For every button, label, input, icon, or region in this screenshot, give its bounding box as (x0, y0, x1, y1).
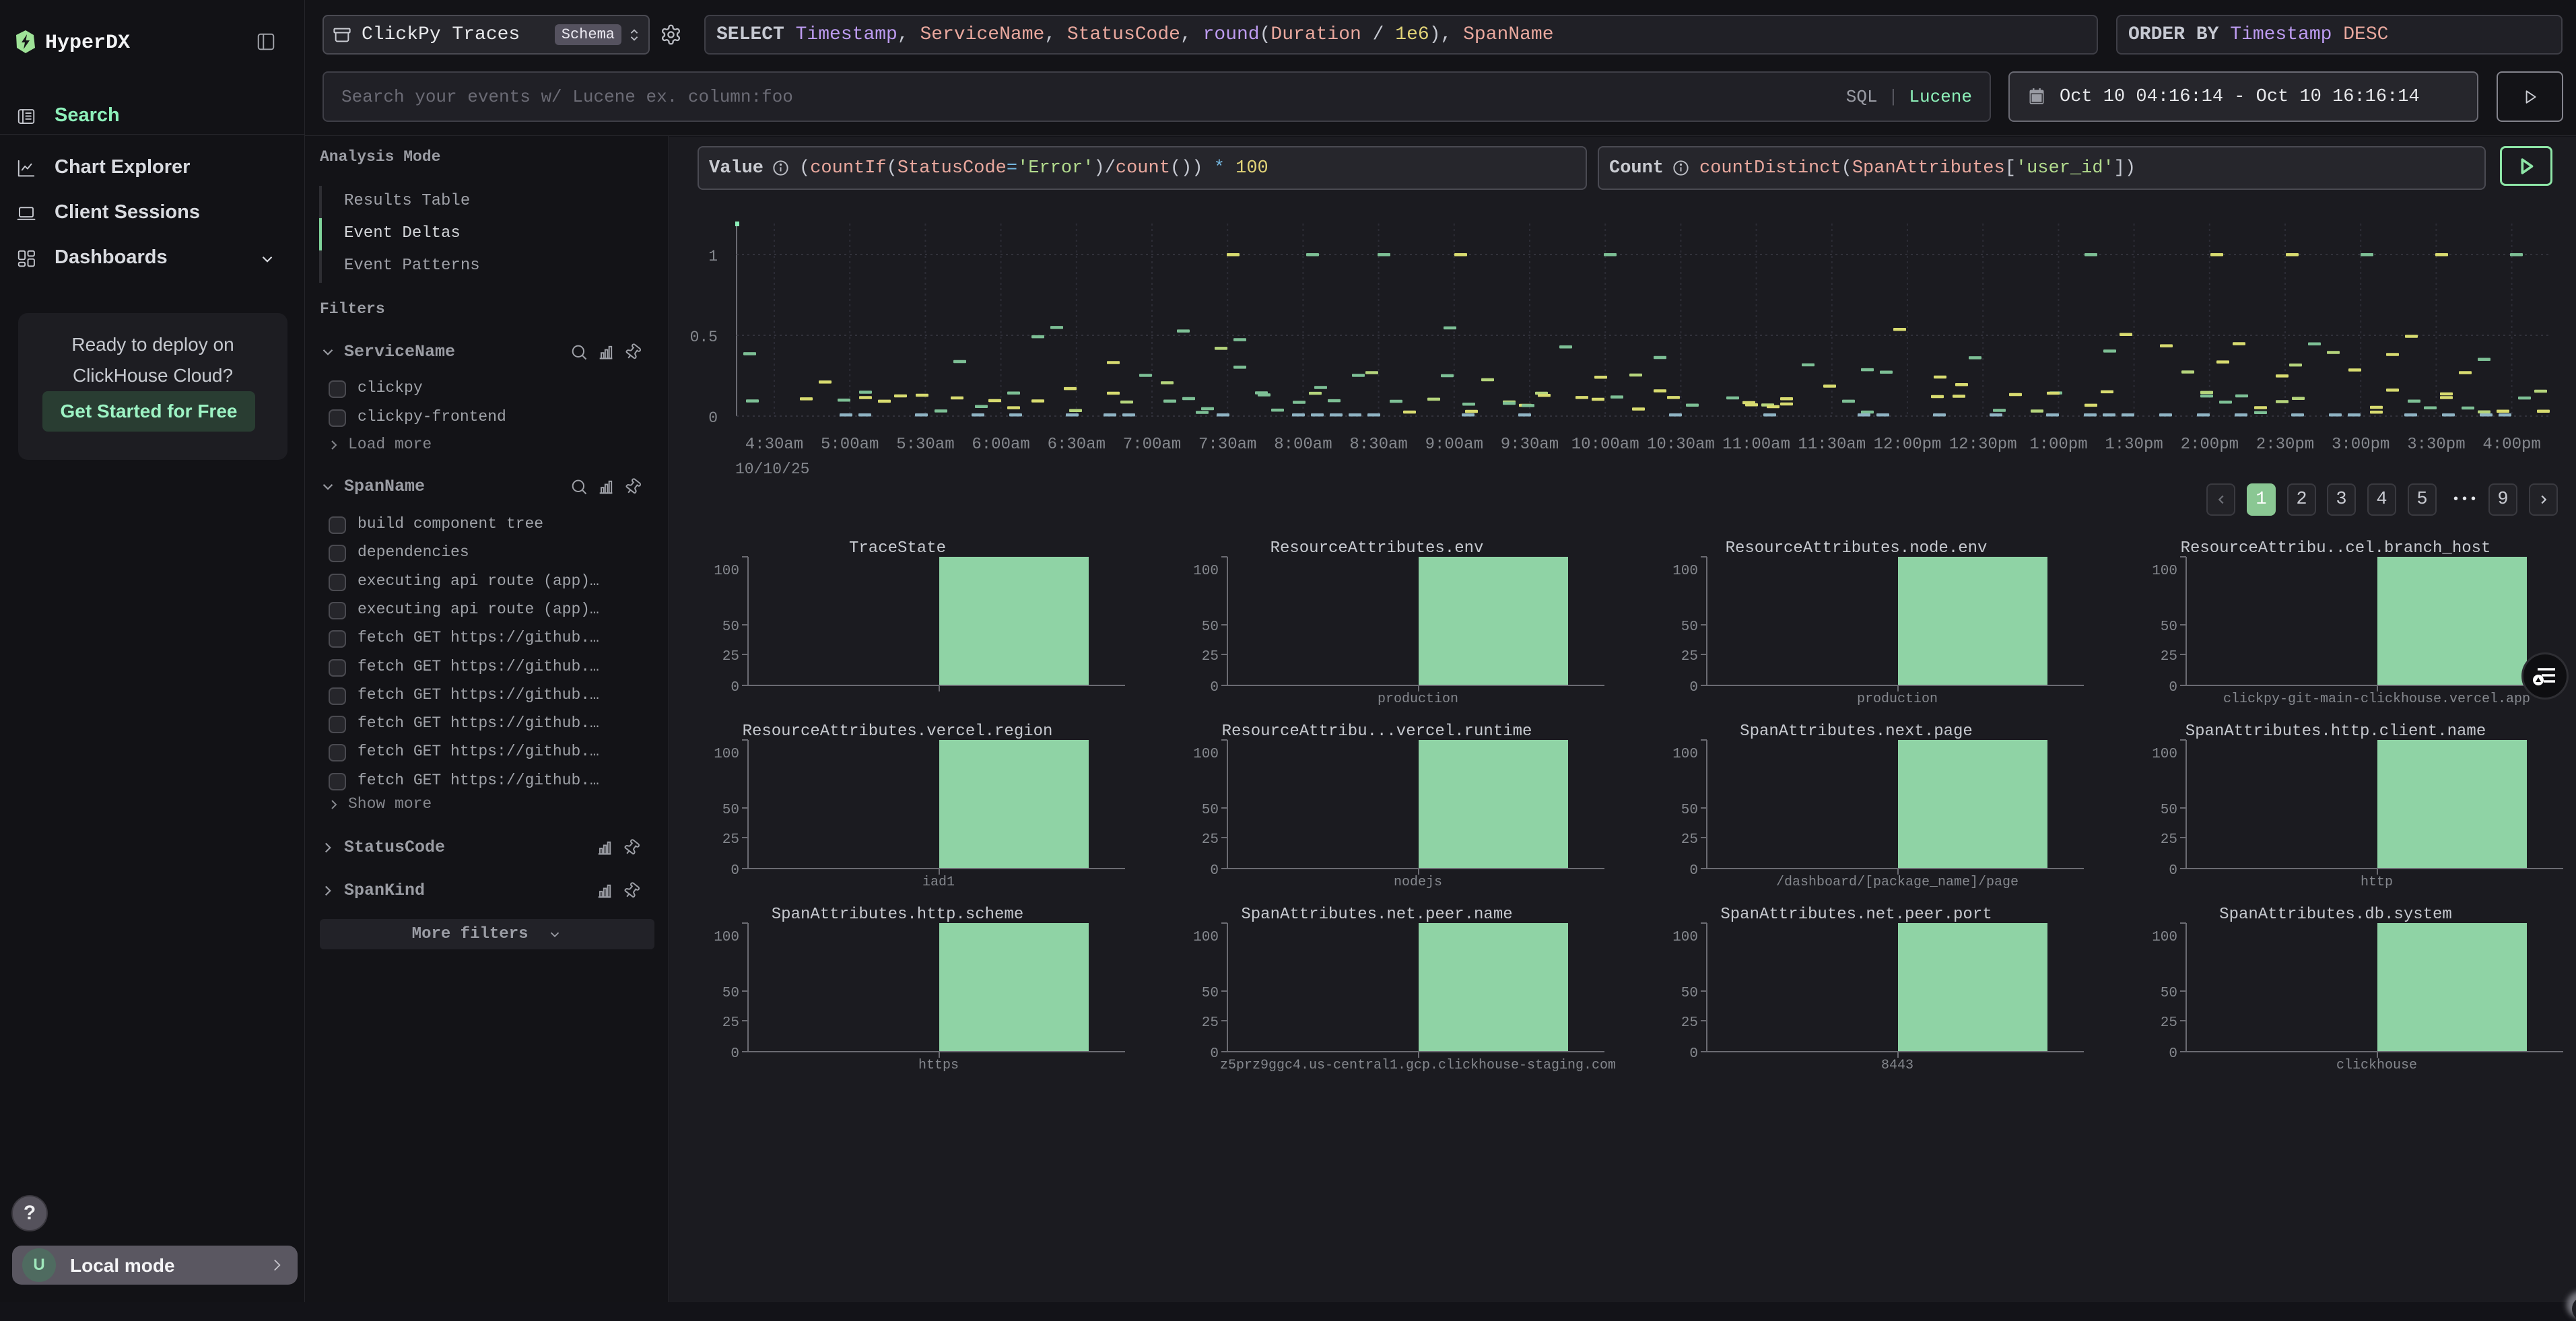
svg-text:10:00am: 10:00am (1571, 436, 1639, 454)
svg-text:11:00am: 11:00am (1722, 436, 1790, 454)
svg-text:25: 25 (1681, 1015, 1698, 1031)
svg-text:100: 100 (1193, 747, 1219, 762)
svg-text:100: 100 (714, 747, 739, 762)
svg-text:9:00am: 9:00am (1425, 436, 1483, 454)
svg-text:50: 50 (722, 803, 739, 818)
svg-text:TraceState: TraceState (849, 539, 946, 557)
svg-text:ResourceAttribu...vercel.runti: ResourceAttribu...vercel.runtime (1222, 722, 1532, 741)
svg-text:SpanAttributes.next.page: SpanAttributes.next.page (1740, 722, 1973, 741)
svg-text:100: 100 (714, 564, 739, 579)
svg-text:50: 50 (722, 619, 739, 635)
svg-text:25: 25 (722, 1015, 739, 1031)
svg-text:ResourceAttributes.vercel.regi: ResourceAttributes.vercel.region (743, 722, 1053, 741)
svg-text:0: 0 (2169, 680, 2177, 696)
svg-text:0: 0 (1210, 680, 1219, 696)
svg-text:0.5: 0.5 (690, 329, 718, 346)
svg-text:100: 100 (2152, 564, 2177, 579)
svg-text:50: 50 (1681, 619, 1698, 635)
svg-text:3:30pm: 3:30pm (2407, 436, 2465, 454)
svg-text:8:30am: 8:30am (1349, 436, 1407, 454)
svg-text:ResourceAttribu..cel.branch_ho: ResourceAttribu..cel.branch_host (2181, 539, 2491, 557)
svg-text:6:30am: 6:30am (1048, 436, 1106, 454)
svg-text:25: 25 (1681, 649, 1698, 665)
svg-text:5:00am: 5:00am (821, 436, 879, 454)
svg-text:50: 50 (2161, 619, 2177, 635)
svg-text:0: 0 (1689, 863, 1698, 879)
svg-text:0: 0 (1689, 680, 1698, 696)
svg-text:http: http (2361, 875, 2393, 890)
svg-text:50: 50 (1202, 803, 1219, 818)
svg-text:SpanAttributes.net.peer.port: SpanAttributes.net.peer.port (1720, 906, 1992, 924)
svg-text:2:00pm: 2:00pm (2181, 436, 2239, 454)
svg-text:3:00pm: 3:00pm (2332, 436, 2389, 454)
svg-text:12:00pm: 12:00pm (1874, 436, 1942, 454)
svg-text:50: 50 (2161, 986, 2177, 1001)
svg-text:6:00am: 6:00am (972, 436, 1029, 454)
svg-text:50: 50 (1202, 619, 1219, 635)
svg-text:100: 100 (1193, 564, 1219, 579)
svg-text:1:30pm: 1:30pm (2105, 436, 2163, 454)
svg-text:50: 50 (2161, 803, 2177, 818)
svg-text:10:30am: 10:30am (1647, 436, 1715, 454)
svg-text:0: 0 (1210, 1046, 1219, 1062)
svg-text:1: 1 (708, 248, 718, 265)
svg-text:25: 25 (1202, 649, 1219, 665)
svg-text:https: https (918, 1058, 959, 1073)
svg-text:8:00am: 8:00am (1274, 436, 1332, 454)
svg-text:4:00pm: 4:00pm (2482, 436, 2540, 454)
svg-text:25: 25 (1202, 832, 1219, 848)
svg-text:ResourceAttributes.node.env: ResourceAttributes.node.env (1726, 539, 1988, 557)
svg-text:7:00am: 7:00am (1123, 436, 1181, 454)
svg-text:5:30am: 5:30am (896, 436, 954, 454)
svg-text:clickhouse: clickhouse (2336, 1058, 2417, 1073)
svg-text:12:30pm: 12:30pm (1949, 436, 2017, 454)
svg-text:1:00pm: 1:00pm (2029, 436, 2087, 454)
svg-text:11:30am: 11:30am (1798, 436, 1866, 454)
svg-text:100: 100 (1672, 747, 1698, 762)
svg-text:25: 25 (2161, 1015, 2177, 1031)
svg-text:100: 100 (714, 930, 739, 945)
svg-text:25: 25 (2161, 832, 2177, 848)
svg-text:7:30am: 7:30am (1198, 436, 1256, 454)
svg-text:SpanAttributes.db.system: SpanAttributes.db.system (2219, 906, 2452, 924)
svg-text:25: 25 (1202, 1015, 1219, 1031)
svg-text:50: 50 (722, 986, 739, 1001)
svg-text:50: 50 (1681, 803, 1698, 818)
svg-text:4:30am: 4:30am (745, 436, 803, 454)
svg-text:iad1: iad1 (922, 875, 955, 890)
svg-text:production: production (1378, 691, 1458, 707)
svg-text:8443: 8443 (1881, 1058, 1913, 1073)
svg-text:0: 0 (1689, 1046, 1698, 1062)
svg-text:0: 0 (708, 409, 718, 427)
svg-text:clickpy-git-main-clickhouse.ve: clickpy-git-main-clickhouse.vercel.app (2223, 691, 2530, 707)
svg-text:SpanAttributes.http.scheme: SpanAttributes.http.scheme (772, 906, 1023, 924)
svg-text:SpanAttributes.http.client.nam: SpanAttributes.http.client.name (2185, 722, 2486, 741)
svg-text:100: 100 (1672, 930, 1698, 945)
svg-text:25: 25 (1681, 832, 1698, 848)
svg-text:50: 50 (1202, 986, 1219, 1001)
svg-text:SpanAttributes.net.peer.name: SpanAttributes.net.peer.name (1241, 906, 1512, 924)
svg-text:100: 100 (1193, 930, 1219, 945)
svg-text:production: production (1857, 691, 1938, 707)
svg-text:nodejs: nodejs (1394, 875, 1442, 890)
svg-text:100: 100 (1672, 564, 1698, 579)
svg-text:0: 0 (2169, 863, 2177, 879)
svg-text:0: 0 (731, 863, 739, 879)
svg-text:25: 25 (722, 832, 739, 848)
svg-text:0: 0 (1210, 863, 1219, 879)
svg-text:25: 25 (722, 649, 739, 665)
svg-text:ResourceAttributes.env: ResourceAttributes.env (1270, 539, 1484, 557)
svg-text:10/10/25: 10/10/25 (735, 461, 809, 478)
svg-text:25: 25 (2161, 649, 2177, 665)
svg-text:0: 0 (731, 1046, 739, 1062)
svg-text:2:30pm: 2:30pm (2256, 436, 2314, 454)
svg-text:0: 0 (731, 680, 739, 696)
svg-text:100: 100 (2152, 930, 2177, 945)
svg-text:0: 0 (2169, 1046, 2177, 1062)
svg-text:50: 50 (1681, 986, 1698, 1001)
svg-text:9:30am: 9:30am (1501, 436, 1559, 454)
svg-text:100: 100 (2152, 747, 2177, 762)
